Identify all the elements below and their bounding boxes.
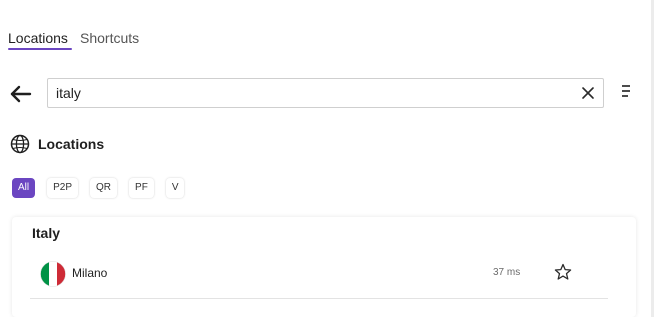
filter-chips: All P2P QR PF V (12, 178, 196, 198)
active-tab-indicator (8, 48, 72, 50)
tab-locations[interactable]: Locations (4, 28, 74, 50)
menu-icon (622, 85, 630, 97)
section-header: Locations (10, 133, 104, 155)
italy-flag-icon (40, 261, 66, 287)
tab-shortcuts[interactable]: Shortcuts (76, 28, 143, 50)
latency-value: 37 ms (493, 267, 521, 278)
country-group-title: Italy (32, 225, 61, 241)
section-title: Locations (38, 136, 105, 152)
star-icon (554, 263, 572, 280)
app-window: Locations Shortcuts italy Locations All … (0, 0, 654, 317)
globe-icon (10, 134, 30, 154)
row-divider (30, 298, 608, 299)
filter-chip-v[interactable]: V (165, 178, 185, 198)
search-input[interactable] (56, 83, 566, 103)
back-button[interactable] (8, 82, 34, 106)
list-item[interactable]: Milano 37 ms (30, 255, 608, 297)
search-box (47, 78, 604, 108)
tab-shortcuts-label: Shortcuts (80, 30, 140, 46)
filter-chip-qr[interactable]: QR (90, 178, 118, 198)
city-name: Milano (72, 266, 108, 280)
tab-bar: Locations Shortcuts (0, 28, 143, 58)
results-card: Italy Milano 37 ms (12, 217, 636, 317)
clear-search-button[interactable] (581, 86, 595, 100)
filter-chip-pf[interactable]: PF (129, 178, 154, 198)
arrow-left-icon (10, 85, 32, 103)
tab-locations-label: Locations (8, 30, 68, 46)
favorite-button[interactable] (554, 263, 572, 281)
close-icon (582, 87, 594, 99)
menu-button[interactable] (619, 84, 633, 98)
filter-chip-all[interactable]: All (12, 178, 36, 198)
filter-chip-p2p[interactable]: P2P (47, 178, 79, 198)
